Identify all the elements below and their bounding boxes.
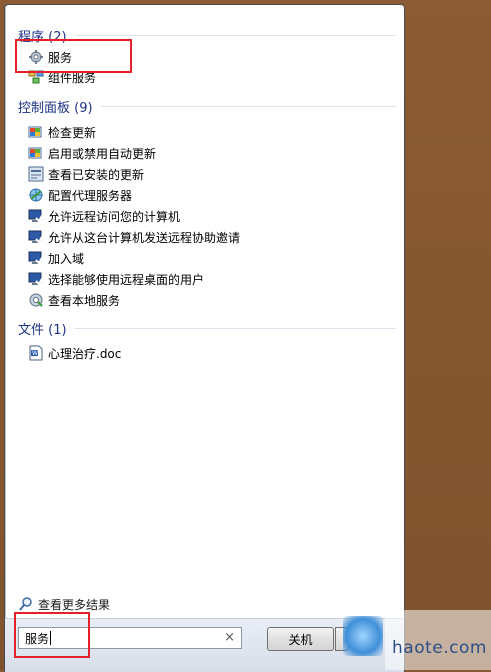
section-title: 文件 (1) [18, 322, 67, 338]
result-label: 选择能够使用远程桌面的用户 [48, 272, 205, 287]
section-divider [74, 34, 396, 36]
result-toggle-auto-update[interactable]: 启用或禁用自动更新 [28, 143, 388, 163]
result-check-updates[interactable]: 检查更新 [28, 122, 388, 142]
programs-features-icon [28, 166, 44, 182]
start-orb-glow [343, 616, 383, 656]
shutdown-button[interactable]: 关机 [267, 627, 334, 651]
result-label: 检查更新 [48, 125, 97, 140]
result-join-domain[interactable]: 加入域 [28, 248, 388, 268]
result-label: 查看已安装的更新 [48, 167, 145, 182]
section-title: 控制面板 (9) [18, 100, 93, 116]
shutdown-label: 关机 [288, 632, 313, 647]
see-more-results-link[interactable]: 查看更多结果 [18, 595, 110, 613]
result-doc-file[interactable]: W 心理治疗.doc [28, 343, 388, 363]
result-label: 允许远程访问您的计算机 [48, 209, 181, 224]
result-allow-remote-access[interactable]: 允许远程访问您的计算机 [28, 206, 388, 226]
word-document-icon: W [28, 345, 44, 361]
result-label: 加入域 [48, 251, 85, 266]
svg-text:W: W [32, 350, 38, 357]
result-installed-updates[interactable]: 查看已安装的更新 [28, 164, 388, 184]
highlight-frame [15, 39, 132, 73]
result-proxy-server[interactable]: 配置代理服务器 [28, 185, 388, 205]
start-menu-panel: 程序 (2) 服务 组件服务 控制面板 (9) 检查更新 启用或禁用自动更新 查… [4, 4, 405, 672]
search-results: 程序 (2) 服务 组件服务 控制面板 (9) 检查更新 启用或禁用自动更新 查… [5, 5, 404, 585]
section-divider [74, 327, 396, 329]
magnifier-icon [18, 596, 34, 612]
clear-search-icon[interactable]: × [224, 630, 235, 645]
system-icon [28, 271, 44, 287]
result-label: 查看本地服务 [48, 293, 121, 308]
result-remote-desktop-users[interactable]: 选择能够使用远程桌面的用户 [28, 269, 388, 289]
internet-options-icon [28, 187, 44, 203]
result-label: 启用或禁用自动更新 [48, 146, 157, 161]
highlight-frame-search [14, 612, 90, 658]
admin-tools-icon [28, 292, 44, 308]
section-divider [100, 105, 396, 107]
result-label: 配置代理服务器 [48, 188, 133, 203]
result-label: 心理治疗.doc [48, 346, 122, 361]
result-view-local-services[interactable]: 查看本地服务 [28, 290, 388, 310]
system-icon [28, 229, 44, 245]
windows-update-icon [28, 145, 44, 161]
system-icon [28, 250, 44, 266]
result-remote-assistance[interactable]: 允许从这台计算机发送远程协助邀请 [28, 227, 388, 247]
section-header-files: 文件 (1) [18, 318, 396, 338]
section-header-control-panel: 控制面板 (9) [18, 96, 396, 116]
system-icon [28, 208, 44, 224]
result-label: 允许从这台计算机发送远程协助邀请 [48, 230, 241, 245]
windows-update-icon [28, 124, 44, 140]
watermark-text: haote.com [392, 638, 487, 658]
see-more-label: 查看更多结果 [38, 597, 111, 612]
